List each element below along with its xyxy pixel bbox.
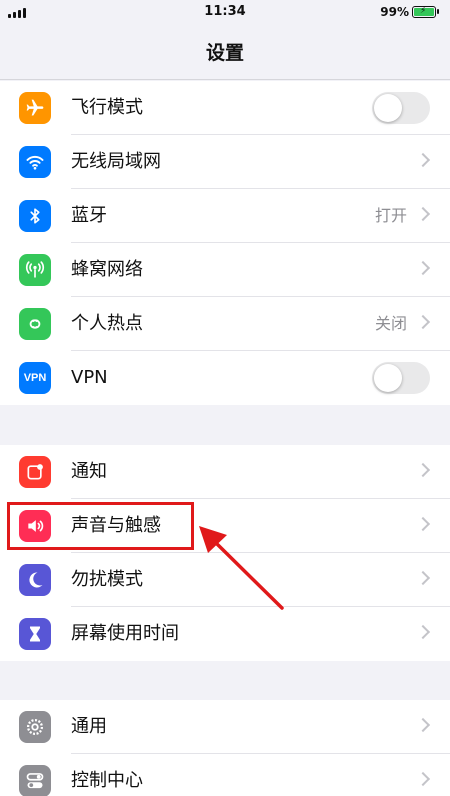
airplane-mode-toggle[interactable]	[372, 92, 430, 124]
settings-row-label: 个人热点	[71, 313, 143, 334]
chevron-right-icon	[415, 624, 431, 640]
page-title: 设置	[205, 42, 244, 64]
settings-row-hotspot[interactable]: 个人热点 关闭	[0, 297, 450, 351]
battery-percent: 99%	[380, 5, 409, 19]
settings-row-label: 无线局域网	[71, 151, 161, 172]
settings-row-control-center[interactable]: 控制中心	[0, 754, 450, 796]
settings-row-bluetooth[interactable]: 蓝牙 打开	[0, 189, 450, 243]
settings-row-label: 控制中心	[71, 770, 143, 791]
notification-icon	[19, 456, 51, 488]
vpn-toggle[interactable]	[372, 362, 430, 394]
settings-row-label: 通用	[71, 716, 107, 737]
settings-row-airplane-mode: 飞行模式	[0, 81, 450, 135]
vpn-icon-text: VPN	[23, 372, 47, 384]
settings-row-label: 屏幕使用时间	[71, 623, 179, 644]
settings-row-label: 蓝牙	[71, 205, 107, 226]
hourglass-icon	[19, 618, 51, 650]
chevron-right-icon	[415, 570, 431, 586]
settings-row-notifications[interactable]: 通知	[0, 445, 450, 499]
settings-group-notifications: 通知 声音与触感 勿扰模式 屏幕使用时间	[0, 445, 450, 661]
vpn-icon: VPN	[19, 362, 51, 394]
settings-row-label: VPN	[71, 367, 108, 388]
chevron-right-icon	[415, 206, 431, 222]
settings-row-general[interactable]: 通用	[0, 700, 450, 754]
switches-icon	[19, 765, 51, 796]
settings-row-label: 通知	[71, 461, 107, 482]
airplane-icon	[19, 92, 51, 124]
settings-row-wifi[interactable]: 无线局域网	[0, 135, 450, 189]
hotspot-icon	[19, 308, 51, 340]
settings-row-label: 蜂窝网络	[71, 259, 143, 280]
settings-row-cellular[interactable]: 蜂窝网络	[0, 243, 450, 297]
settings-row-value: 关闭	[374, 314, 407, 333]
moon-icon	[19, 564, 51, 596]
chevron-right-icon	[415, 771, 431, 787]
nav-divider	[0, 79, 450, 80]
chevron-right-icon	[415, 314, 431, 330]
status-bar: 11:34 99% ⚡	[0, 0, 450, 26]
gear-icon	[19, 711, 51, 743]
settings-group-connectivity: 飞行模式 无线局域网 蓝牙 打开 蜂窝网络 个人热点 关闭 VPN VPN	[0, 81, 450, 405]
settings-row-label: 飞行模式	[71, 97, 143, 118]
chevron-right-icon	[415, 152, 431, 168]
settings-row-screen-time[interactable]: 屏幕使用时间	[0, 607, 450, 661]
settings-row-do-not-disturb[interactable]: 勿扰模式	[0, 553, 450, 607]
bluetooth-icon	[19, 200, 51, 232]
cellular-icon	[19, 254, 51, 286]
chevron-right-icon	[415, 516, 431, 532]
battery-icon: ⚡	[412, 6, 439, 18]
chevron-right-icon	[415, 717, 431, 733]
highlight-box	[7, 502, 194, 550]
settings-row-vpn: VPN VPN	[0, 351, 450, 405]
chevron-right-icon	[415, 260, 431, 276]
settings-group-general: 通用 控制中心	[0, 700, 450, 796]
chevron-right-icon	[415, 462, 431, 478]
settings-row-label: 勿扰模式	[71, 569, 143, 590]
settings-row-value: 打开	[374, 206, 407, 225]
wifi-icon	[19, 146, 51, 178]
